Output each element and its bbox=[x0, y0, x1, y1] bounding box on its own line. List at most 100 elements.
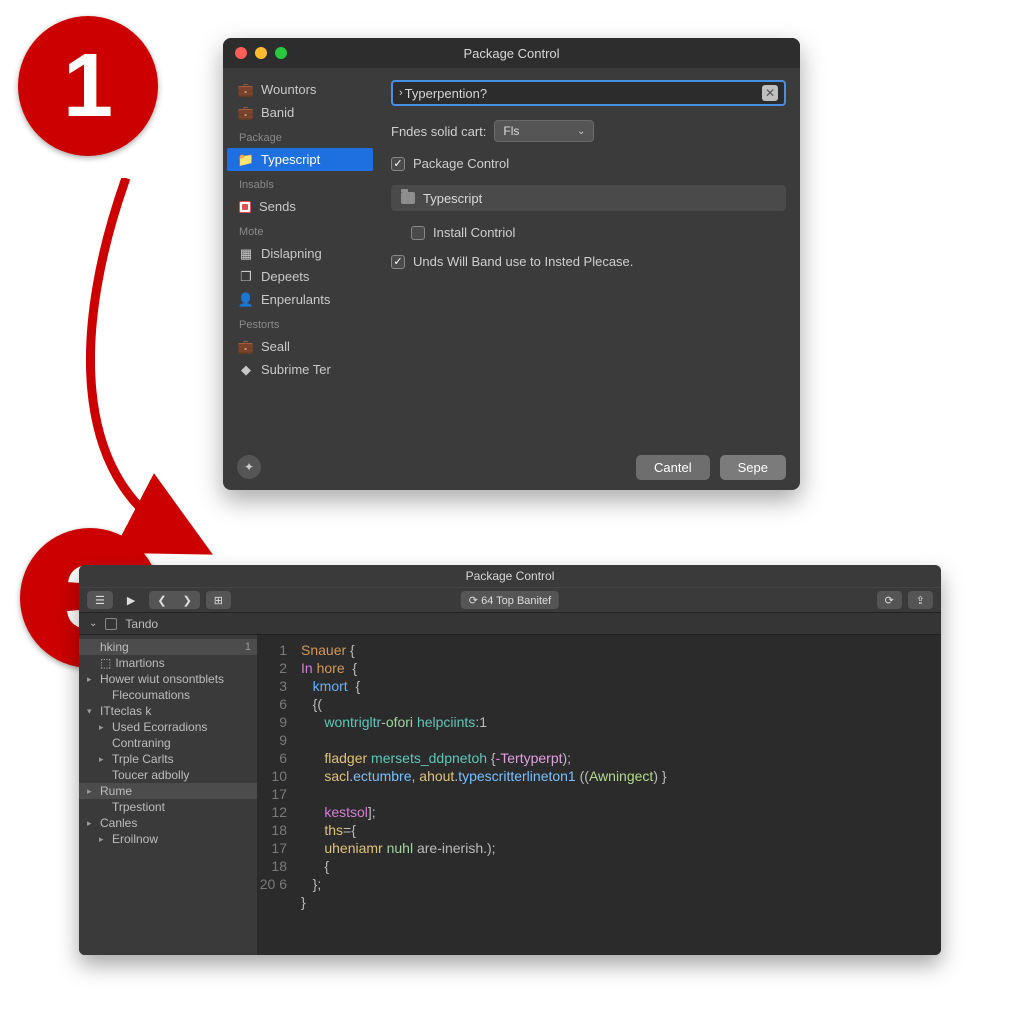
titlebar: Package Control bbox=[223, 38, 800, 68]
code-source: Snauer { In hore { kmort { {( wontrigltr… bbox=[295, 635, 667, 955]
clear-icon[interactable]: ✕ bbox=[762, 85, 778, 101]
path-bar: ⌄ Tando bbox=[79, 613, 941, 635]
breadcrumb-pill[interactable]: ⟳ 64 Top Banitef bbox=[461, 591, 559, 609]
disclosure-triangle-icon: ▸ bbox=[99, 754, 108, 765]
cube-icon: ⬚ bbox=[100, 656, 111, 670]
tree-item-label: Trpestiont bbox=[112, 800, 165, 814]
dialog-footer: ✦ Cantel Sepe bbox=[223, 444, 800, 490]
search-field[interactable]: › ✕ bbox=[391, 80, 786, 106]
tree-item-label: Eroilnow bbox=[112, 832, 158, 846]
sidebar-item-label: Subrime Ter bbox=[261, 362, 331, 377]
tree-item[interactable]: Contraning bbox=[79, 735, 257, 751]
tree-item[interactable]: ▸ Hower wiut onsontblets bbox=[79, 671, 257, 687]
sidebar-item-seall[interactable]: 💼 Seall bbox=[223, 335, 377, 358]
tree-item-label: ITteclas k bbox=[100, 704, 151, 718]
tree-item[interactable]: ⬚Imartions bbox=[79, 655, 257, 671]
briefcase-icon: 💼 bbox=[239, 340, 253, 354]
nav-back-button[interactable]: ❮ bbox=[149, 591, 174, 609]
chevron-down-icon[interactable]: ⌄ bbox=[89, 618, 97, 629]
square-dot-icon bbox=[239, 201, 251, 213]
file-tree[interactable]: hking1⬚Imartions ▸ Hower wiut onsontblets F… bbox=[79, 635, 257, 955]
tree-item[interactable]: ▸Used Ecorradions bbox=[79, 719, 257, 735]
help-icon[interactable]: ✦ bbox=[237, 455, 261, 479]
nav-forward-button[interactable]: ❯ bbox=[175, 591, 200, 609]
layers-icon: ❐ bbox=[239, 270, 253, 284]
tree-item-label: Trple Carlts bbox=[112, 752, 174, 766]
sidebar-item-depeets[interactable]: ❐ Depeets bbox=[223, 265, 377, 288]
sidebar-item-wountors[interactable]: 💼 Wountors bbox=[223, 78, 377, 101]
package-control-dialog: Package Control 💼 Wountors 💼 Banid Packa… bbox=[223, 38, 800, 490]
tree-item[interactable]: Toucer adbolly bbox=[79, 767, 257, 783]
tree-item-label: Flecoumations bbox=[112, 688, 190, 702]
sidebar-header-insabls: Insabls bbox=[223, 171, 377, 195]
tree-item-label: Toucer adbolly bbox=[112, 768, 189, 782]
search-input[interactable] bbox=[405, 86, 762, 101]
tree-item[interactable]: ▸ Canles bbox=[79, 815, 257, 831]
tree-item[interactable]: ▸ Rume bbox=[79, 783, 257, 799]
select-value: Fls bbox=[503, 124, 519, 138]
sidebar-item-label: Wountors bbox=[261, 82, 316, 97]
folder-icon: 📁 bbox=[239, 153, 253, 167]
play-button[interactable]: ▶ bbox=[119, 591, 143, 609]
tree-item-label: Rume bbox=[100, 784, 132, 798]
file-icon bbox=[105, 618, 117, 630]
sidebar-header-package: Package bbox=[223, 124, 377, 148]
tree-item-label: Hower wiut onsontblets bbox=[100, 672, 224, 686]
disclosure-triangle-icon: ▸ bbox=[99, 834, 108, 845]
tree-item-label: Contraning bbox=[112, 736, 171, 750]
grid-icon: ▦ bbox=[239, 247, 253, 261]
briefcase-icon: 💼 bbox=[239, 83, 253, 97]
save-button[interactable]: Sepe bbox=[720, 455, 786, 480]
checkbox-label: Package Control bbox=[413, 156, 509, 171]
folder-icon bbox=[401, 192, 415, 204]
sidebar-header-pestorts: Pestorts bbox=[223, 311, 377, 335]
sidebar-item-label: Seall bbox=[261, 339, 290, 354]
sidebar-item-label: Depeets bbox=[261, 269, 309, 284]
sidebar-item-label: Sends bbox=[259, 199, 296, 214]
tree-item-label: Canles bbox=[100, 816, 137, 830]
path-label: Tando bbox=[125, 617, 158, 631]
checkbox-package-control[interactable] bbox=[391, 157, 405, 171]
disclosure-triangle-icon: ▾ bbox=[87, 706, 96, 717]
findes-label: Fndes solid cart: bbox=[391, 124, 486, 139]
package-row-typescript[interactable]: Typescript bbox=[391, 185, 786, 211]
tree-item[interactable]: ▾ ITteclas k bbox=[79, 703, 257, 719]
disclosure-triangle-icon: ▸ bbox=[87, 674, 96, 685]
sidebar-item-subrime[interactable]: ◆ Subrime Ter bbox=[223, 358, 377, 381]
tree-item[interactable]: Trpestiont bbox=[79, 799, 257, 815]
sidebar-item-dislapning[interactable]: ▦ Dislapning bbox=[223, 242, 377, 265]
diamond-icon: ◆ bbox=[239, 363, 253, 377]
sidebar-item-enperulants[interactable]: 👤 Enperulants bbox=[223, 288, 377, 311]
chevron-right-icon: › bbox=[399, 87, 403, 99]
disclosure-triangle-icon: ▸ bbox=[87, 818, 96, 829]
checkbox-label: Install Contriol bbox=[433, 225, 515, 240]
window-title: Package Control bbox=[223, 46, 800, 61]
person-icon: 👤 bbox=[239, 293, 253, 307]
sidebar-header-mote: Mote bbox=[223, 218, 377, 242]
sidebar-item-label: Typescript bbox=[261, 152, 320, 167]
sidebar-item-typescript[interactable]: 📁 Typescript bbox=[227, 148, 373, 171]
disclosure-triangle-icon: ▸ bbox=[87, 786, 96, 797]
tree-item-count: 1 bbox=[245, 641, 251, 653]
export-button[interactable]: ⇪ bbox=[908, 591, 933, 609]
disclosure-triangle-icon: ▸ bbox=[99, 722, 108, 733]
step-badge-1: 1 bbox=[18, 16, 158, 156]
code-editor[interactable]: 123699610171218171820 6 Snauer { In hore… bbox=[257, 635, 941, 955]
checkbox-install[interactable] bbox=[411, 226, 425, 240]
tree-item[interactable]: ▸ Trple Carlts bbox=[79, 751, 257, 767]
sidebar-item-banid[interactable]: 💼 Banid bbox=[223, 101, 377, 124]
grid-button[interactable]: ⊞ bbox=[206, 591, 231, 609]
menu-button[interactable]: ☰ bbox=[87, 591, 113, 609]
tree-item[interactable]: ▸ Eroilnow bbox=[79, 831, 257, 847]
editor-window: Package Control ☰ ▶ ❮ ❯ ⊞ ⟳ 64 Top Banit… bbox=[79, 565, 941, 955]
checkbox-label: Unds Will Band use to Insted Plecase. bbox=[413, 254, 633, 269]
sidebar-item-label: Banid bbox=[261, 105, 294, 120]
tree-item[interactable]: Flecoumations bbox=[79, 687, 257, 703]
reload-button[interactable]: ⟳ bbox=[877, 591, 902, 609]
findes-select[interactable]: Fls bbox=[494, 120, 594, 142]
tree-item[interactable]: hking1 bbox=[79, 639, 257, 655]
sidebar-item-sends[interactable]: Sends bbox=[223, 195, 377, 218]
briefcase-icon: 💼 bbox=[239, 106, 253, 120]
cancel-button[interactable]: Cantel bbox=[636, 455, 710, 480]
checkbox-undo[interactable] bbox=[391, 255, 405, 269]
